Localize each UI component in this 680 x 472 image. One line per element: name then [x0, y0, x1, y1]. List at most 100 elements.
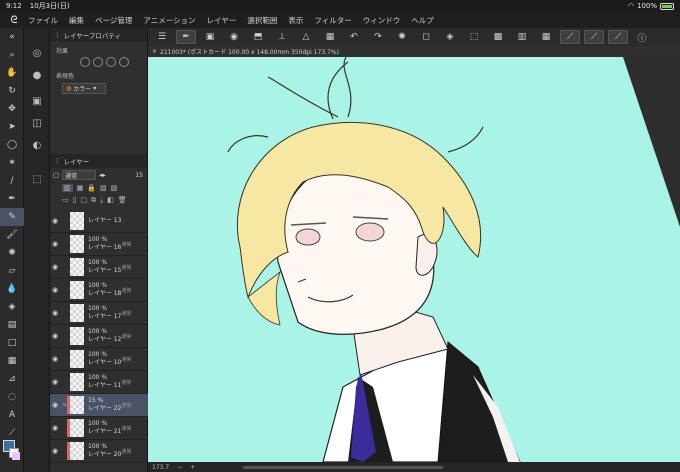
close-tab-icon[interactable]: × — [152, 48, 157, 55]
eye-icon[interactable]: ◉ — [50, 286, 60, 294]
save-icon[interactable]: ▣ — [200, 30, 220, 44]
lock-icon[interactable]: 🔒 — [87, 184, 96, 192]
lock-transparent-icon[interactable]: ▨ — [100, 184, 107, 192]
layer-row[interactable]: ◉ 100 % レイヤー 21 通常 — [50, 417, 148, 440]
zoom-in-icon[interactable]: + — [190, 464, 195, 471]
eye-icon[interactable]: ◉ — [50, 332, 60, 340]
pen-icon[interactable]: ✒ — [0, 190, 24, 208]
brush-stroke-icon[interactable]: ⟋ — [584, 30, 604, 44]
layer-icon[interactable]: ▣ — [24, 90, 50, 112]
document-tab[interactable]: × 211003* (ポストカード 100.00 x 148.00mm 350d… — [148, 46, 680, 57]
menu-animation[interactable]: アニメーション — [143, 15, 195, 26]
menu-view[interactable]: 表示 — [288, 15, 303, 26]
new-vector-icon[interactable]: ▯ — [73, 196, 77, 204]
eye-icon[interactable]: ◉ — [50, 424, 60, 432]
merge-icon[interactable]: ⤓ — [100, 196, 103, 205]
collapse-icon[interactable]: « — [0, 28, 24, 46]
layer-row[interactable]: ◉ 100 % レイヤー 12 通常 — [50, 325, 148, 348]
eye-icon[interactable]: ◉ — [50, 240, 60, 248]
eye-icon[interactable]: ◉ — [50, 355, 60, 363]
balloon-icon[interactable]: ◌ — [0, 388, 24, 406]
ruler-icon[interactable]: ⊿ — [0, 370, 24, 388]
mask-icon[interactable]: ▧ — [111, 184, 118, 192]
gradient-icon[interactable]: ▤ — [0, 316, 24, 334]
menu-edit[interactable]: 編集 — [69, 15, 84, 26]
navigator-icon[interactable]: ⬚ — [24, 168, 50, 190]
text-icon[interactable]: A — [0, 406, 24, 424]
menu-file[interactable]: ファイル — [28, 15, 58, 26]
new-raster-icon[interactable]: ▭ — [62, 196, 69, 204]
layer-search-icon[interactable]: ◫ — [24, 112, 50, 134]
reference-icon[interactable]: ▦ — [77, 184, 84, 192]
color-circle-icon[interactable]: ◐ — [24, 134, 50, 156]
sub-tool-icon[interactable]: ◎ — [24, 42, 50, 64]
layer-menu-icon[interactable]: ▢ — [53, 171, 59, 179]
pen-pressure-icon[interactable]: ✒ — [176, 30, 196, 44]
deselect-icon[interactable]: ✺ — [392, 30, 412, 44]
perspective-icon[interactable]: △ — [296, 30, 316, 44]
app-logo-icon[interactable]: ᘓ — [0, 15, 28, 26]
menu-page[interactable]: ページ管理 — [95, 15, 132, 26]
menu-selection[interactable]: 選択範囲 — [247, 15, 277, 26]
ruler-snap-icon[interactable]: ▦ — [536, 30, 556, 44]
fill-icon[interactable]: ◈ — [0, 298, 24, 316]
redo-icon[interactable]: ↷ — [368, 30, 388, 44]
layer-mask-icon[interactable]: ◧ — [107, 196, 114, 204]
expression-color-select[interactable]: ◍ カラー ▾ — [62, 83, 106, 94]
zoom-icon[interactable]: ⌕ — [0, 46, 24, 64]
brush-size-icon[interactable]: ● — [24, 64, 50, 86]
move-icon[interactable]: ✥ — [0, 100, 24, 118]
eye-icon[interactable]: ◉ — [50, 217, 60, 225]
layer-row-selected[interactable]: ◉ ✎ 15 % レイヤー 22 通常 — [50, 394, 148, 417]
eye-icon[interactable]: ◉ — [50, 401, 60, 409]
crop-icon[interactable]: ⬚ — [464, 30, 484, 44]
layer-color-effect-icon[interactable] — [106, 57, 116, 67]
magic-wand-icon[interactable]: ✶ — [0, 154, 24, 172]
layer-row[interactable]: ◉ レイヤー 13 — [50, 210, 148, 233]
menu-icon[interactable]: ☰ — [152, 30, 172, 44]
blend-mode-select[interactable]: 通常 — [62, 170, 97, 180]
trash-icon[interactable]: 🗑 — [118, 196, 127, 204]
layer-row[interactable]: ◉ 100 % レイヤー 17 通常 — [50, 302, 148, 325]
brush-icon[interactable]: 🖌 — [0, 226, 24, 244]
layer-row[interactable]: ◉ 100 % レイヤー 16 通常 — [50, 233, 148, 256]
horizontal-scrollbar[interactable] — [243, 465, 444, 469]
pencil-icon[interactable]: ✎ — [0, 208, 24, 226]
blend-icon[interactable]: 💧 — [0, 280, 24, 298]
select-arrow-icon[interactable]: ➤ — [0, 118, 24, 136]
eye-icon[interactable]: ◉ — [50, 378, 60, 386]
lasso-icon[interactable]: ◯ — [0, 136, 24, 154]
eyedropper-icon[interactable]: ∕ — [0, 172, 24, 190]
help-icon[interactable]: ⓘ — [632, 30, 652, 44]
layer-row[interactable]: ◉ 100 % レイヤー 11 通常 — [50, 371, 148, 394]
frame-icon[interactable]: ▦ — [0, 352, 24, 370]
transform-icon[interactable]: ⬒ — [248, 30, 268, 44]
drawing-canvas[interactable] — [148, 57, 680, 462]
menu-layer[interactable]: レイヤー — [207, 15, 237, 26]
eye-icon[interactable]: ◉ — [50, 447, 60, 455]
opacity-slider-icon[interactable]: ◂▸ — [99, 171, 106, 179]
line-icon[interactable]: ⟋ — [608, 30, 628, 44]
clip-icon[interactable]: ▥ — [62, 184, 73, 192]
menu-filter[interactable]: フィルター — [314, 15, 351, 26]
undo-icon[interactable]: ↶ — [344, 30, 364, 44]
opacity-value[interactable]: 15 — [135, 172, 143, 179]
grid-icon[interactable]: ▦ — [320, 30, 340, 44]
eye-icon[interactable]: ◉ — [50, 263, 60, 271]
clear-icon[interactable]: ◻ — [416, 30, 436, 44]
new-folder-icon[interactable]: ▢ — [80, 196, 87, 204]
eye-icon[interactable]: ◉ — [50, 309, 60, 317]
flip-icon[interactable]: ⟂ — [272, 30, 292, 44]
pattern-icon[interactable]: ▥ — [512, 30, 532, 44]
border-effect-icon[interactable] — [80, 57, 90, 67]
eraser-icon[interactable]: ▱ — [0, 262, 24, 280]
zoom-out-icon[interactable]: − — [177, 464, 182, 471]
menu-help[interactable]: ヘルプ — [411, 15, 434, 26]
tone-effect-icon[interactable] — [93, 57, 103, 67]
layer-row[interactable]: ◉ 100 % レイヤー 20 通常 — [50, 440, 148, 463]
layer-row[interactable]: ◉ 100 % レイヤー 18 通常 — [50, 279, 148, 302]
record-icon[interactable]: ◉ — [224, 30, 244, 44]
fill-bucket-icon[interactable]: ◈ — [440, 30, 460, 44]
layer-row[interactable]: ◉ 100 % レイヤー 15 通常 — [50, 256, 148, 279]
color-swatches[interactable] — [3, 440, 21, 470]
